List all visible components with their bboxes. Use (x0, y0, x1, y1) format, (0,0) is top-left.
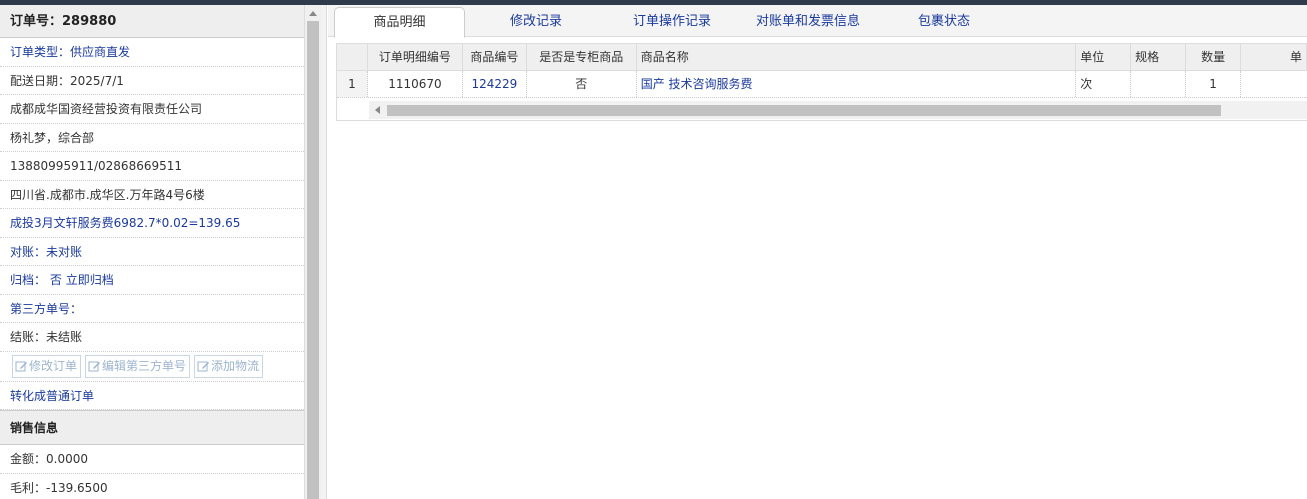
header-index (337, 44, 368, 70)
row-product-no-link[interactable]: 124229 (463, 71, 527, 97)
archive-value: 否 (49, 273, 62, 287)
left-panel-scrollbar[interactable] (305, 5, 321, 499)
scrollbar-thumb[interactable] (387, 105, 1221, 116)
row-unit: 次 (1076, 71, 1132, 97)
row-index: 1 (337, 71, 368, 97)
company-name: 成都成华国资经营投资有限责任公司 (0, 95, 304, 124)
header-spec[interactable]: 规格 (1131, 44, 1187, 70)
header-is-counter[interactable]: 是否是专柜商品 (527, 44, 637, 70)
delivery-date: 配送日期：2025/7/1 (0, 67, 304, 95)
row-is-counter: 否 (527, 71, 637, 97)
edit-order-button[interactable]: 修改订单 (12, 354, 82, 378)
tab-product-detail[interactable]: 商品明细 (334, 7, 465, 38)
header-product-name[interactable]: 商品名称 (637, 44, 1077, 70)
edit-icon (15, 361, 27, 371)
header-price[interactable]: 单 (1241, 44, 1307, 70)
product-grid: 订单明细编号 商品编号 是否是专柜商品 商品名称 单位 规格 数量 单 1 11… (336, 43, 1307, 121)
edit-icon (197, 361, 210, 371)
sales-info-header: 销售信息 (0, 410, 304, 445)
archive-label: 归档： (10, 273, 47, 287)
contact-phone: 13880995911/02868669511 (0, 152, 304, 181)
archive-now-link[interactable]: 立即归档 (66, 273, 114, 287)
order-action-buttons: 修改订单 编辑第三方单号 添加物流 (0, 352, 304, 382)
row-detail-no: 1110670 (368, 71, 463, 97)
panel-splitter[interactable] (321, 5, 327, 499)
tab-edit-history[interactable]: 修改记录 (476, 7, 596, 37)
tab-package-status[interactable]: 包裹状态 (888, 7, 1000, 37)
tab-bar: 商品明细 修改记录 订单操作记录 对账单和发票信息 包裹状态 (328, 5, 1307, 38)
row-spec (1131, 71, 1187, 97)
edit-order-label: 修改订单 (29, 358, 78, 373)
edit-third-party-label: 编辑第三方单号 (102, 358, 187, 373)
add-logistics-label: 添加物流 (211, 358, 260, 373)
header-detail-no[interactable]: 订单明细编号 (368, 44, 463, 70)
scroll-up-icon[interactable] (309, 11, 317, 16)
scroll-left-icon[interactable] (375, 106, 380, 114)
sales-profit: 毛利：-139.6500 (0, 474, 304, 499)
table-row[interactable]: 1 1110670 124229 否 国产 技术咨询服务费 次 1 (337, 71, 1307, 98)
header-unit[interactable]: 单位 (1076, 44, 1132, 70)
order-number: 289880 (62, 14, 117, 29)
reconcile-status: 对账：未对账 (0, 238, 304, 266)
grid-horizontal-scrollbar[interactable] (369, 101, 1307, 119)
tab-operation-log[interactable]: 订单操作记录 (612, 7, 732, 37)
header-product-no[interactable]: 商品编号 (463, 44, 527, 70)
convert-order-link[interactable]: 转化成普通订单 (0, 382, 304, 410)
add-logistics-button[interactable]: 添加物流 (194, 354, 264, 378)
order-type: 订单类型：供应商直发 (0, 38, 304, 67)
sales-amount: 金额：0.0000 (0, 445, 304, 474)
scrollbar-thumb[interactable] (307, 21, 319, 499)
grid-header: 订单明细编号 商品编号 是否是专柜商品 商品名称 单位 规格 数量 单 (337, 44, 1307, 71)
row-product-name-link[interactable]: 国产 技术咨询服务费 (637, 71, 1077, 97)
third-party-number: 第三方单号： (0, 295, 304, 323)
order-number-label: 订单号： (10, 14, 63, 29)
edit-third-party-button[interactable]: 编辑第三方单号 (85, 354, 191, 378)
row-quantity: 1 (1186, 71, 1242, 97)
archive-row: 归档： 否 立即归档 (0, 266, 304, 295)
tab-statement-invoice[interactable]: 对账单和发票信息 (738, 7, 878, 37)
detail-panel: 商品明细 修改记录 订单操作记录 对账单和发票信息 包裹状态 订单明细编号 商品… (328, 5, 1307, 499)
row-price (1241, 71, 1307, 97)
settle-status: 结账：未结账 (0, 323, 304, 352)
order-number-row: 订单号：289880 (0, 5, 304, 38)
header-quantity[interactable]: 数量 (1186, 44, 1242, 70)
contact-person: 杨礼梦，综合部 (0, 124, 304, 152)
edit-icon (88, 361, 101, 371)
delivery-address: 四川省.成都市.成华区.万年路4号6楼 (0, 181, 304, 209)
order-info-panel: 订单号：289880 订单类型：供应商直发 配送日期：2025/7/1 成都成华… (0, 5, 305, 499)
order-remark: 成投3月文轩服务费6982.7*0.02=139.65 (0, 209, 304, 238)
